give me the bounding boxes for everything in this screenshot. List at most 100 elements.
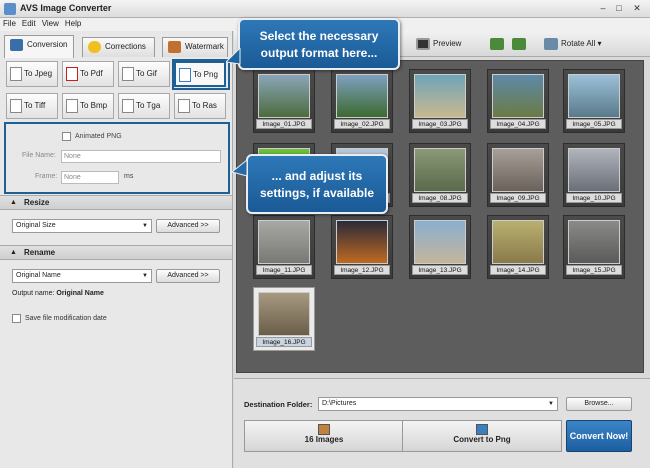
settings-callout-text: ... and adjust its settings, if availabl… [259, 169, 375, 200]
to-gif-label: To Gif [136, 69, 157, 78]
thumbnail-caption: Image_09.JPG [490, 193, 546, 203]
destination-value: D:\Pictures [322, 400, 357, 407]
thumbnail-image [336, 74, 388, 118]
image-thumbnail[interactable]: Image_15.JPG [563, 215, 625, 279]
to-ras-button[interactable]: To Ras [174, 93, 226, 119]
to-tga-button[interactable]: To Tga [118, 93, 170, 119]
images-count: 16 Images [304, 435, 344, 444]
thumbnail-caption: Image_14.JPG [490, 265, 546, 275]
image-thumbnail[interactable]: Image_16.JPG [253, 287, 315, 351]
thumbnail-image [492, 220, 544, 264]
rotate-right-button[interactable] [512, 36, 529, 52]
chevron-down-icon: ▼ [142, 223, 148, 229]
gif-file-icon [122, 67, 134, 81]
to-ras-label: To Ras [192, 101, 217, 110]
tga-file-icon [122, 99, 134, 113]
format-callout: Select the necessary output format here.… [238, 18, 400, 70]
image-thumbnail[interactable]: Image_10.JPG [563, 143, 625, 207]
resize-section-header[interactable]: ▲ Resize [0, 195, 232, 210]
to-jpeg-button[interactable]: To Jpeg [6, 61, 58, 87]
image-thumbnail[interactable]: Image_04.JPG [487, 69, 549, 133]
thumbnail-caption: Image_15.JPG [566, 265, 622, 275]
thumbnail-image [336, 220, 388, 264]
browse-button[interactable]: Browse... [566, 397, 632, 411]
star-icon [88, 41, 101, 53]
left-panel: Conversion Corrections Watermark To Jpeg… [0, 31, 233, 468]
rename-select[interactable]: Original Name ▼ [12, 269, 152, 283]
image-thumbnail[interactable]: Image_02.JPG [331, 69, 393, 133]
animated-png-checkbox[interactable] [62, 132, 71, 141]
image-thumbnail[interactable]: Image_03.JPG [409, 69, 471, 133]
tab-conversion[interactable]: Conversion [4, 35, 74, 58]
thumbnail-caption: Image_02.JPG [334, 119, 390, 129]
frame-field[interactable]: None [61, 171, 119, 184]
tab-corrections[interactable]: Corrections [82, 37, 155, 57]
thumbnail-image [492, 148, 544, 192]
window-title: AVS Image Converter [20, 3, 112, 13]
menu-file[interactable]: File [0, 18, 19, 29]
minimize-button[interactable]: – [596, 2, 610, 15]
close-button[interactable]: ✕ [630, 2, 644, 15]
resize-advanced-button[interactable]: Advanced >> [156, 219, 220, 233]
destination-select[interactable]: D:\Pictures ▼ [318, 397, 558, 411]
rotate-all-button[interactable]: Rotate All ▾ [544, 36, 602, 52]
frame-unit: ms [124, 173, 134, 180]
rotate-right-icon [512, 37, 526, 50]
image-thumbnail[interactable]: Image_09.JPG [487, 143, 549, 207]
file-name-field[interactable]: None [61, 150, 221, 163]
rename-advanced-button[interactable]: Advanced >> [156, 269, 220, 283]
thumbnail-caption: Image_04.JPG [490, 119, 546, 129]
menu-edit[interactable]: Edit [19, 18, 39, 29]
image-thumbnail[interactable]: Image_12.JPG [331, 215, 393, 279]
to-tiff-button[interactable]: To Tiff [6, 93, 58, 119]
to-bmp-button[interactable]: To Bmp [62, 93, 114, 119]
menu-help[interactable]: Help [62, 18, 84, 29]
thumbnail-image [414, 148, 466, 192]
thumbnail-caption: Image_05.JPG [566, 119, 622, 129]
convert-now-button[interactable]: Convert Now! [566, 420, 632, 452]
jpeg-file-icon [10, 67, 22, 81]
thumbnail-image [568, 74, 620, 118]
tab-watermark-label: Watermark [185, 42, 224, 51]
save-date-checkbox[interactable] [12, 314, 21, 323]
to-pdf-button[interactable]: To Pdf [62, 61, 114, 87]
tiff-file-icon [10, 99, 22, 113]
ras-file-icon [178, 99, 190, 113]
thumbnail-image [258, 220, 310, 264]
preview-button[interactable]: Preview [416, 36, 461, 52]
thumbnail-caption: Image_03.JPG [412, 119, 468, 129]
maximize-button[interactable]: □ [612, 2, 626, 15]
thumbnail-caption: Image_13.JPG [412, 265, 468, 275]
thumbnail-caption: Image_16.JPG [256, 337, 312, 347]
conversion-icon [10, 39, 23, 51]
tab-watermark[interactable]: Watermark [162, 37, 228, 57]
resize-select[interactable]: Original Size ▼ [12, 219, 152, 233]
thumbnail-caption: Image_01.JPG [256, 119, 312, 129]
rename-section-header[interactable]: ▲ Rename [0, 245, 232, 260]
image-thumbnail[interactable]: Image_14.JPG [487, 215, 549, 279]
image-thumbnail[interactable]: Image_01.JPG [253, 69, 315, 133]
convert-to-label: Convert to Png [453, 435, 511, 444]
destination-label: Destination Folder: [244, 400, 313, 409]
image-thumbnail[interactable]: Image_13.JPG [409, 215, 471, 279]
image-thumbnail[interactable]: Image_05.JPG [563, 69, 625, 133]
menu-view[interactable]: View [39, 18, 62, 29]
to-tiff-label: To Tiff [24, 101, 46, 110]
format-callout-text: Select the necessary output format here.… [259, 29, 379, 60]
rotate-left-button[interactable] [490, 36, 507, 52]
thumbnail-caption: Image_10.JPG [566, 193, 622, 203]
chevron-down-icon: ▼ [142, 273, 148, 279]
file-name-label: File Name: [22, 152, 56, 159]
images-icon [318, 424, 330, 435]
output-name-value: Original Name [56, 290, 104, 297]
to-gif-button[interactable]: To Gif [118, 61, 170, 87]
format-callout-arrow [226, 48, 241, 65]
thumbnail-image [492, 74, 544, 118]
animated-png-label: Animated PNG [75, 133, 122, 140]
image-thumbnail[interactable]: Image_11.JPG [253, 215, 315, 279]
chevron-down-icon: ▼ [548, 401, 554, 407]
bmp-file-icon [66, 99, 78, 113]
image-thumbnail[interactable]: Image_08.JPG [409, 143, 471, 207]
tab-corrections-label: Corrections [105, 42, 146, 51]
thumbnail-image [258, 74, 310, 118]
